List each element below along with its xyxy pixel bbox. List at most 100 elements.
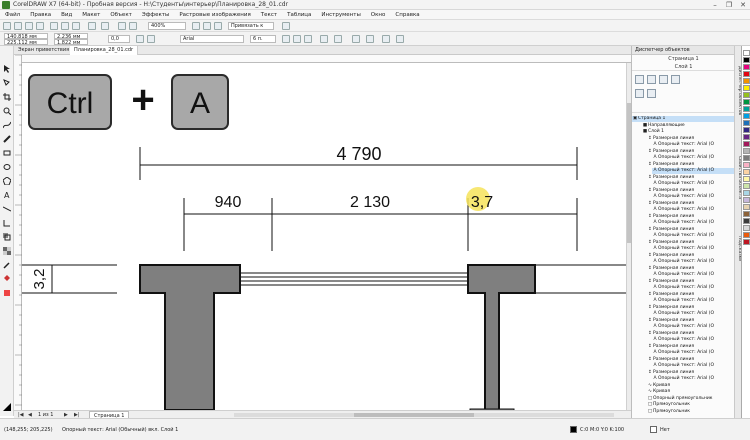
show-properties-icon[interactable] bbox=[635, 89, 644, 98]
tree-item[interactable]: AОпорный текст: Arial (O bbox=[652, 285, 735, 291]
tree-item[interactable]: AОпорный текст: Arial (O bbox=[652, 259, 735, 265]
horizontal-scrollbar[interactable] bbox=[234, 413, 614, 417]
dimension-text-vertical[interactable]: 3,2 bbox=[31, 269, 48, 290]
rulers-icon[interactable] bbox=[203, 22, 211, 30]
tree-item[interactable]: ↕Размерная линия bbox=[647, 305, 735, 311]
edit-text-icon[interactable] bbox=[366, 35, 374, 43]
polygon-tool-icon[interactable] bbox=[2, 170, 12, 186]
underline-icon[interactable] bbox=[304, 35, 312, 43]
tree-item[interactable]: ■Направляющие bbox=[642, 123, 735, 129]
wall-right-extension[interactable] bbox=[535, 264, 626, 294]
tree-item[interactable]: AОпорный текст: Arial (O bbox=[652, 168, 735, 174]
tree-item[interactable]: ↕Размерная линия bbox=[647, 253, 735, 259]
eyedropper-icon[interactable] bbox=[3, 254, 11, 269]
color-swatch[interactable] bbox=[743, 169, 750, 175]
horizontal-ruler[interactable] bbox=[21, 55, 631, 70]
menu-window[interactable]: Окно bbox=[366, 10, 391, 20]
save-icon[interactable] bbox=[25, 22, 33, 30]
tree-item[interactable]: AОпорный текст: Arial (O bbox=[652, 142, 735, 148]
menu-layout[interactable]: Макет bbox=[77, 10, 105, 20]
color-swatch[interactable] bbox=[743, 64, 750, 70]
mirror-horizontal-icon[interactable] bbox=[136, 35, 144, 43]
interactive-fill-icon[interactable] bbox=[3, 268, 11, 281]
color-swatch[interactable] bbox=[743, 92, 750, 98]
menu-bitmaps[interactable]: Растровые изображения bbox=[174, 10, 255, 20]
edit-across-layers-icon[interactable] bbox=[647, 89, 656, 98]
tree-item[interactable]: ↕Размерная линия bbox=[647, 214, 735, 220]
parallel-dimension-icon[interactable] bbox=[2, 198, 12, 212]
pick-tool-icon[interactable] bbox=[3, 58, 11, 73]
color-swatch[interactable] bbox=[743, 148, 750, 154]
tree-item[interactable]: ↕Размерная линия bbox=[647, 227, 735, 233]
color-swatch[interactable] bbox=[743, 113, 750, 119]
ellipse-tool-icon[interactable] bbox=[3, 156, 11, 170]
color-swatch[interactable] bbox=[743, 78, 750, 84]
close-button[interactable]: ✕ bbox=[736, 0, 750, 9]
tree-item[interactable]: ↕Размерная линия bbox=[647, 188, 735, 194]
open-icon[interactable] bbox=[14, 22, 22, 30]
artistic-media-icon[interactable] bbox=[3, 128, 11, 143]
menu-object[interactable]: Объект bbox=[105, 10, 137, 20]
redo-icon[interactable] bbox=[101, 22, 109, 30]
zoom-level-select[interactable]: 400% bbox=[148, 22, 186, 30]
menu-effects[interactable]: Эффекты bbox=[137, 10, 175, 20]
vertical-ruler[interactable] bbox=[14, 54, 22, 410]
tree-item[interactable]: AОпорный текст: Arial (O bbox=[652, 363, 735, 369]
rotation-angle-field[interactable]: 0,0 bbox=[108, 35, 130, 43]
menu-table[interactable]: Таблица bbox=[282, 10, 316, 20]
tree-item[interactable]: ∿Кривая bbox=[647, 389, 735, 395]
y-position-field[interactable]: 225,112 мм bbox=[4, 39, 48, 45]
tree-item[interactable]: AОпорный текст: Arial (O bbox=[652, 181, 735, 187]
tree-item[interactable]: AОпорный текст: Arial (O bbox=[652, 272, 735, 278]
tab-welcome-screen[interactable]: Экран приветствия bbox=[14, 46, 75, 55]
menu-view[interactable]: Вид bbox=[56, 10, 77, 20]
new-master-layer-icon[interactable] bbox=[659, 75, 668, 84]
height-field[interactable]: 1,822 мм bbox=[54, 39, 88, 45]
tree-item[interactable]: ↕Размерная линия bbox=[647, 357, 735, 363]
print-icon[interactable] bbox=[36, 22, 44, 30]
tree-item[interactable]: AОпорный текст: Arial (O bbox=[652, 337, 735, 343]
paste-icon[interactable] bbox=[72, 22, 80, 30]
color-swatch[interactable] bbox=[743, 239, 750, 245]
tree-item[interactable]: AОпорный текст: Arial (O bbox=[652, 376, 735, 382]
tree-item[interactable]: ↕Размерная линия bbox=[647, 149, 735, 155]
italic-icon[interactable] bbox=[293, 35, 301, 43]
tree-item[interactable]: AОпорный текст: Arial (O bbox=[652, 233, 735, 239]
tree-item[interactable]: ↕Размерная линия bbox=[647, 175, 735, 181]
new-document-icon[interactable] bbox=[3, 22, 11, 30]
grid-icon[interactable] bbox=[214, 22, 222, 30]
color-swatch[interactable] bbox=[743, 225, 750, 231]
color-swatch[interactable] bbox=[743, 162, 750, 168]
vertical-text-icon[interactable] bbox=[396, 35, 404, 43]
menu-tools[interactable]: Инструменты bbox=[316, 10, 365, 20]
tree-item[interactable]: ■Слой 1 bbox=[642, 129, 735, 135]
tree-item[interactable]: AОпорный текст: Arial (O bbox=[652, 350, 735, 356]
tree-item[interactable]: ↕Размерная линия bbox=[647, 201, 735, 207]
tree-item[interactable]: AОпорный текст: Arial (O bbox=[652, 311, 735, 317]
tree-item[interactable]: □Опорный прямоугольник bbox=[647, 396, 735, 402]
color-swatch[interactable] bbox=[743, 57, 750, 63]
import-icon[interactable] bbox=[118, 22, 126, 30]
drop-shadow-icon[interactable] bbox=[3, 226, 11, 241]
tab-document[interactable]: Планировка_28_01.cdr bbox=[70, 46, 139, 55]
options-icon[interactable] bbox=[282, 22, 290, 30]
export-icon[interactable] bbox=[129, 22, 137, 30]
tree-item[interactable]: AОпорный текст: Arial (O bbox=[652, 298, 735, 304]
color-swatch[interactable] bbox=[743, 85, 750, 91]
menu-file[interactable]: Файл bbox=[0, 10, 25, 20]
color-swatch[interactable] bbox=[743, 106, 750, 112]
menu-edit[interactable]: Правка bbox=[25, 10, 56, 20]
dimension-text-middle[interactable]: 2 130 bbox=[350, 194, 390, 211]
mirror-vertical-icon[interactable] bbox=[147, 35, 155, 43]
fill-swatch-icon[interactable] bbox=[3, 396, 11, 411]
fullscreen-icon[interactable] bbox=[192, 22, 200, 30]
freehand-tool-icon[interactable] bbox=[2, 114, 12, 129]
font-size-select[interactable]: 6 п. bbox=[250, 35, 276, 43]
color-swatch[interactable] bbox=[743, 155, 750, 161]
menu-text[interactable]: Текст bbox=[256, 10, 282, 20]
tree-item[interactable]: AОпорный текст: Arial (O bbox=[652, 220, 735, 226]
wall-right-t[interactable] bbox=[467, 264, 536, 410]
tree-item[interactable]: ↕Размерная линия bbox=[647, 266, 735, 272]
tree-item[interactable]: ↕Размерная линия bbox=[647, 292, 735, 298]
tree-item[interactable]: □Прямоугольник bbox=[647, 409, 735, 415]
